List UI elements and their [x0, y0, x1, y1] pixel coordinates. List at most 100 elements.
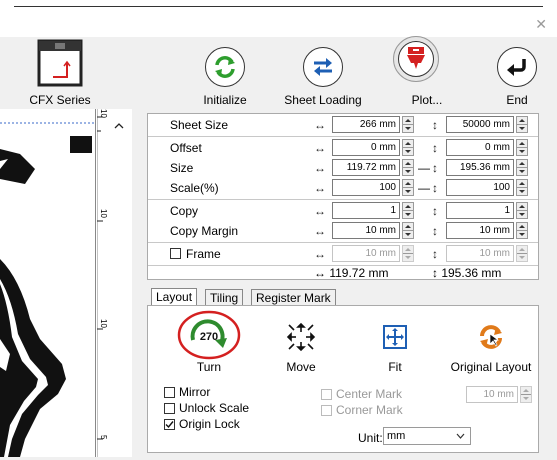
mirror-label: Mirror [179, 385, 211, 399]
frame-y-input[interactable]: 10 mm [446, 245, 514, 262]
center-mark-label: Center Mark [336, 387, 403, 401]
copy-y-spinner[interactable] [516, 202, 528, 219]
offset-y-spinner[interactable] [516, 139, 528, 156]
move-label: Move [286, 360, 316, 374]
sheet-size-label: Sheet Size [170, 118, 229, 132]
sheet-width-input[interactable]: 266 mm [332, 116, 400, 133]
tab-register-mark[interactable]: Register Mark [251, 289, 336, 305]
copy-margin-y-input[interactable]: 10 mm [446, 222, 514, 239]
vertical-arrow-icon: ↕ [432, 181, 438, 195]
center-mark-checkbox[interactable] [321, 389, 332, 400]
frame-x-input[interactable]: 10 mm [332, 245, 400, 262]
mark-size-spinner[interactable] [520, 386, 532, 403]
vertical-arrow-icon: ↕ [432, 204, 438, 218]
unit-select[interactable]: mm [383, 427, 471, 445]
horizontal-arrow-icon: ↔ [314, 161, 326, 175]
unlock-scale-checkbox[interactable] [164, 403, 175, 414]
canvas-edge [95, 109, 96, 457]
frame-x-spinner[interactable] [402, 245, 414, 262]
fit-label: Fit [388, 360, 402, 374]
preview-canvas[interactable] [0, 109, 97, 457]
cutter-device-icon [37, 39, 83, 87]
offset-label: Offset [170, 141, 202, 155]
copy-margin-x-spinner[interactable] [402, 222, 414, 239]
aspect-link-icon: — [418, 181, 430, 195]
turn-icon: 270 [177, 310, 241, 360]
device-label: CFX Series [29, 93, 91, 107]
tab-layout[interactable]: Layout [151, 288, 198, 306]
fit-button[interactable]: Fit [360, 310, 430, 374]
horizontal-arrow-icon: ↔ [314, 181, 326, 195]
scale-x-spinner[interactable] [402, 179, 414, 196]
size-height-input[interactable]: 195.36 mm [446, 159, 514, 176]
ruler-mark-1: 10 [99, 109, 108, 118]
size-row: Size ↔ 119.72 mm — ↕ 195.36 mm [148, 158, 538, 178]
sheet-loading-label: Sheet Loading [284, 93, 362, 107]
frame-checkbox[interactable] [170, 248, 181, 259]
aspect-link-icon: — [418, 161, 430, 175]
plot-label: Plot... [411, 93, 443, 107]
vertical-arrow-icon: ↕ [432, 247, 438, 261]
size-width-input[interactable]: 119.72 mm [332, 159, 400, 176]
copy-label: Copy [170, 204, 199, 218]
ruler-mark-3: 10 [99, 319, 108, 328]
size-width-spinner[interactable] [402, 159, 414, 176]
sheet-loading-icon [303, 47, 343, 87]
title-divider [14, 6, 543, 7]
ruler-mark-2: 10 [99, 209, 108, 218]
copy-y-input[interactable]: 1 [446, 202, 514, 219]
copy-row: Copy ↔ 1 ↕ 1 [148, 201, 538, 221]
turn-button[interactable]: 270 Turn [160, 310, 258, 374]
copy-x-spinner[interactable] [402, 202, 414, 219]
tab-tiling[interactable]: Tiling [205, 289, 244, 305]
copy-x-input[interactable]: 1 [332, 202, 400, 219]
corner-mark-checkbox[interactable] [321, 405, 332, 416]
offset-y-input[interactable]: 0 mm [446, 139, 514, 156]
frame-label: Frame [186, 247, 221, 261]
horizontal-arrow-icon: ↔ [314, 224, 326, 238]
end-label: End [506, 93, 528, 107]
sheet-width-spinner[interactable] [402, 116, 414, 133]
original-layout-button[interactable]: Original Layout [444, 310, 538, 374]
fit-icon [383, 325, 407, 349]
mirror-checkbox[interactable] [164, 387, 175, 398]
close-icon[interactable]: ✕ [535, 16, 547, 33]
original-layout-icon [480, 325, 502, 349]
frame-y-spinner[interactable] [516, 245, 528, 262]
total-height: ↕ 195.36 mm [432, 266, 502, 280]
mark-size-input[interactable]: 10 mm [466, 386, 518, 403]
sheet-height-spinner[interactable] [516, 116, 528, 133]
original-layout-label: Original Layout [450, 360, 532, 374]
size-height-spinner[interactable] [516, 159, 528, 176]
vertical-arrow-icon: ↕ [432, 118, 438, 132]
unlock-scale-label: Unlock Scale [179, 401, 250, 415]
toolbar: CFX Series Initialize Sheet Loading Plot… [0, 36, 557, 109]
unit-label: Unit: [358, 431, 383, 445]
sheet-settings-panel: Sheet Size ↔ 266 mm ↕ 50000 mm Offset ↔ … [147, 113, 539, 280]
copy-margin-y-spinner[interactable] [516, 222, 528, 239]
end-icon [497, 47, 537, 87]
offset-x-input[interactable]: 0 mm [332, 139, 400, 156]
copy-margin-x-input[interactable]: 10 mm [332, 222, 400, 239]
scroll-up-icon[interactable] [114, 122, 124, 130]
divider [148, 136, 538, 137]
offset-x-spinner[interactable] [402, 139, 414, 156]
divider [148, 199, 538, 200]
scale-y-input[interactable]: 100 [446, 179, 514, 196]
title-bar: ✕ [0, 0, 557, 37]
vertical-ruler: 10 10 10 5 [96, 109, 132, 457]
sheet-height-input[interactable]: 50000 mm [446, 116, 514, 133]
scale-y-spinner[interactable] [516, 179, 528, 196]
scale-x-input[interactable]: 100 [332, 179, 400, 196]
ruler-mark-4: 5 [99, 435, 108, 440]
frame-row: Frame ↔ 10 mm ↕ 10 mm [148, 244, 538, 264]
origin-lock-label: Origin Lock [179, 417, 240, 431]
initialize-icon [205, 47, 245, 87]
copy-margin-label: Copy Margin [170, 224, 239, 238]
move-button[interactable]: Move [266, 310, 336, 374]
scale-label: Scale(%) [170, 181, 219, 195]
checkmark-icon [165, 421, 174, 429]
origin-lock-checkbox[interactable] [164, 419, 175, 430]
ruler-ticks [96, 109, 103, 457]
corner-mark-label: Corner Mark [336, 403, 403, 417]
